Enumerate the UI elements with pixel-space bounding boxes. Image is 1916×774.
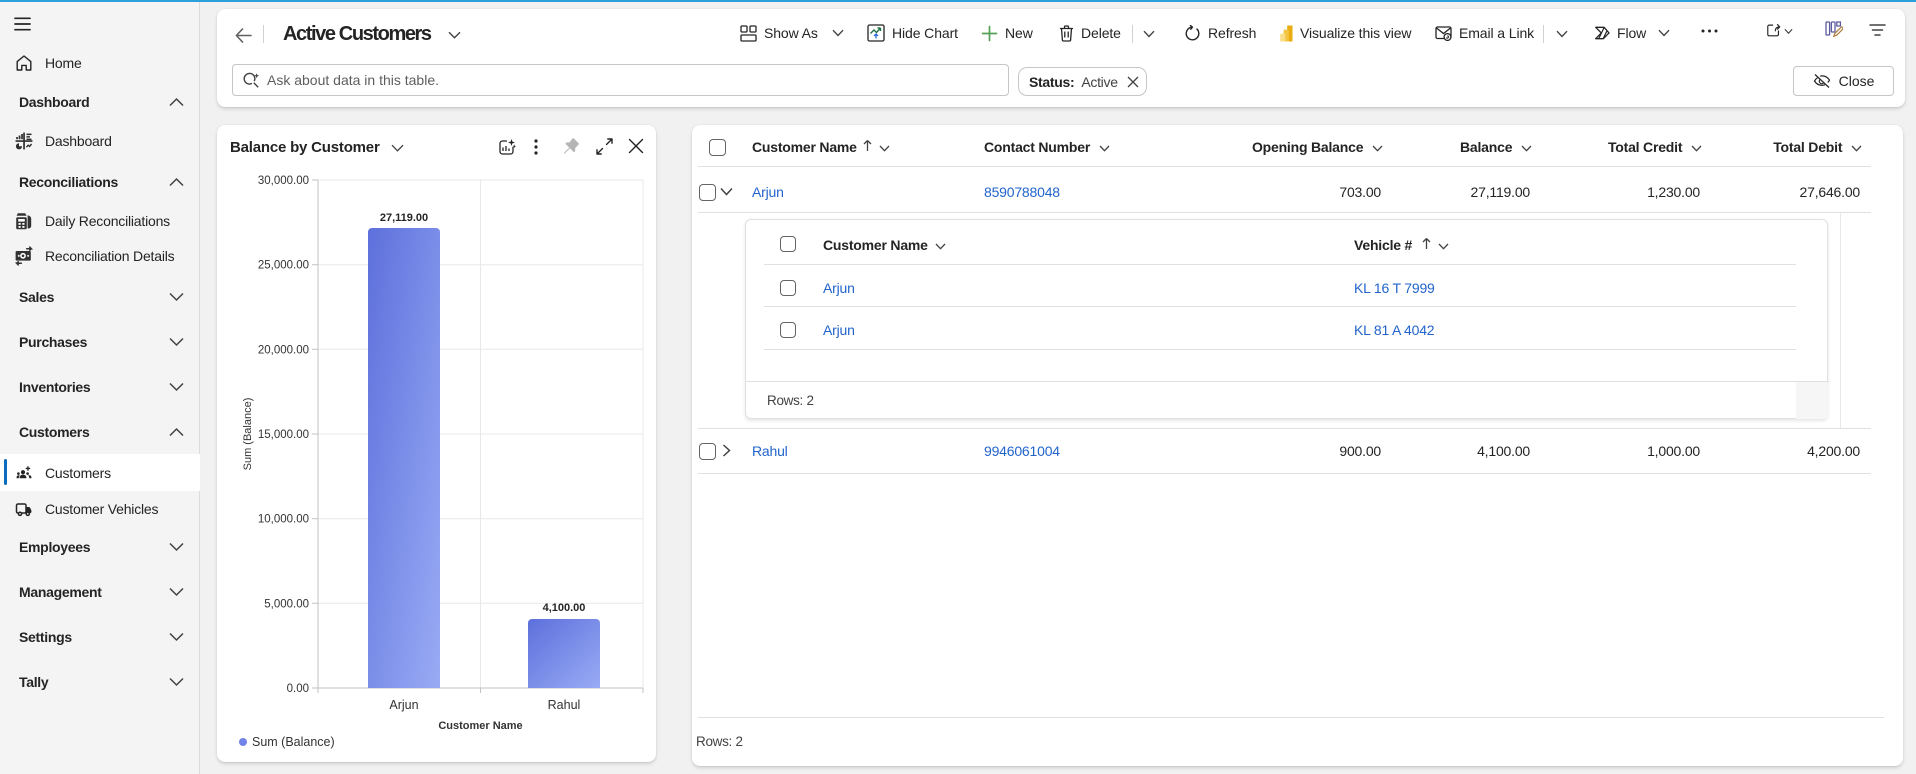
svg-text:10,000.00: 10,000.00 <box>258 514 309 526</box>
svg-text:Sum (Balance): Sum (Balance) <box>252 735 335 749</box>
svg-text:25,000.00: 25,000.00 <box>258 260 309 272</box>
svg-text:30,000.00: 30,000.00 <box>258 175 309 187</box>
svg-text:5,000.00: 5,000.00 <box>264 598 309 610</box>
svg-text:Arjun: Arjun <box>389 698 418 712</box>
svg-text:15,000.00: 15,000.00 <box>258 429 309 441</box>
svg-text:Sum (Balance): Sum (Balance) <box>242 398 254 471</box>
svg-text:Rahul: Rahul <box>548 698 581 712</box>
svg-text:20,000.00: 20,000.00 <box>258 344 309 356</box>
svg-text:0.00: 0.00 <box>287 683 309 695</box>
svg-text:27,119.00: 27,119.00 <box>380 212 428 224</box>
svg-text:4,100.00: 4,100.00 <box>543 602 586 614</box>
svg-text:Customer Name: Customer Name <box>438 720 522 732</box>
